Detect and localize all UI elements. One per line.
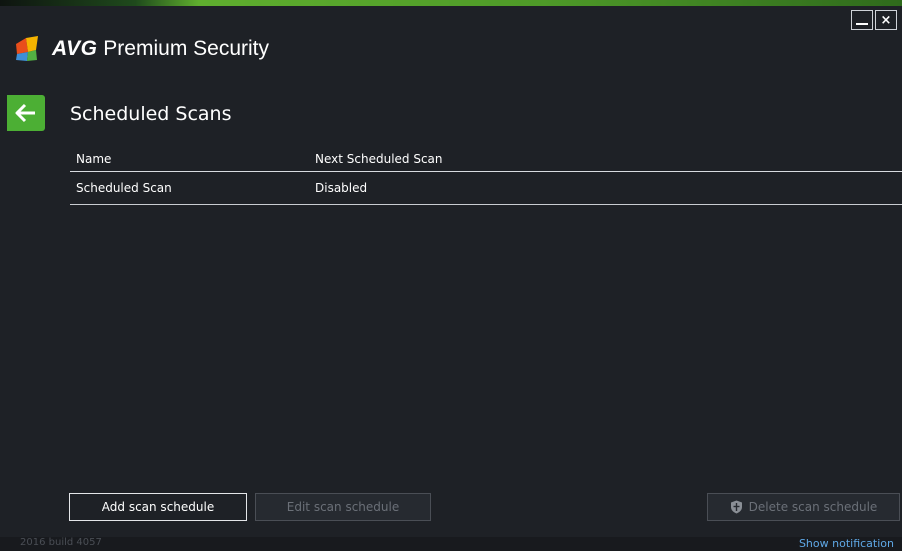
build-info: 2016 build 4057 <box>20 537 102 548</box>
page-title: Scheduled Scans <box>70 103 232 125</box>
shield-icon <box>730 500 742 514</box>
avg-logo-icon <box>16 36 38 61</box>
scan-name-cell: Scheduled Scan <box>76 181 172 195</box>
edit-scan-schedule-button[interactable]: Edit scan schedule <box>255 493 431 521</box>
app-brand: AVG <box>52 37 98 60</box>
minimize-icon <box>856 23 868 25</box>
next-scan-cell: Disabled <box>315 181 368 195</box>
title-bar: AVG Premium Security <box>0 6 902 66</box>
scheduled-scans-table: Name Next Scheduled Scan Scheduled Scan … <box>70 146 902 205</box>
back-button[interactable] <box>7 95 45 131</box>
status-footer: 2016 build 4057 Show notification <box>0 537 902 551</box>
app-product: Premium Security <box>103 37 269 60</box>
column-header-next-scan[interactable]: Next Scheduled Scan <box>315 152 443 166</box>
close-button[interactable]: × <box>875 10 897 30</box>
delete-scan-schedule-label: Delete scan schedule <box>748 500 878 514</box>
minimize-button[interactable] <box>851 10 873 30</box>
table-header-row: Name Next Scheduled Scan <box>70 146 902 172</box>
delete-scan-schedule-button[interactable]: Delete scan schedule <box>707 493 900 521</box>
add-scan-schedule-button[interactable]: Add scan schedule <box>69 493 247 521</box>
table-row[interactable]: Scheduled Scan Disabled <box>70 172 902 205</box>
column-header-name[interactable]: Name <box>76 152 111 166</box>
arrow-left-icon <box>15 103 35 123</box>
app-title: AVG Premium Security <box>52 37 269 61</box>
show-notification-link[interactable]: Show notification <box>799 537 894 550</box>
